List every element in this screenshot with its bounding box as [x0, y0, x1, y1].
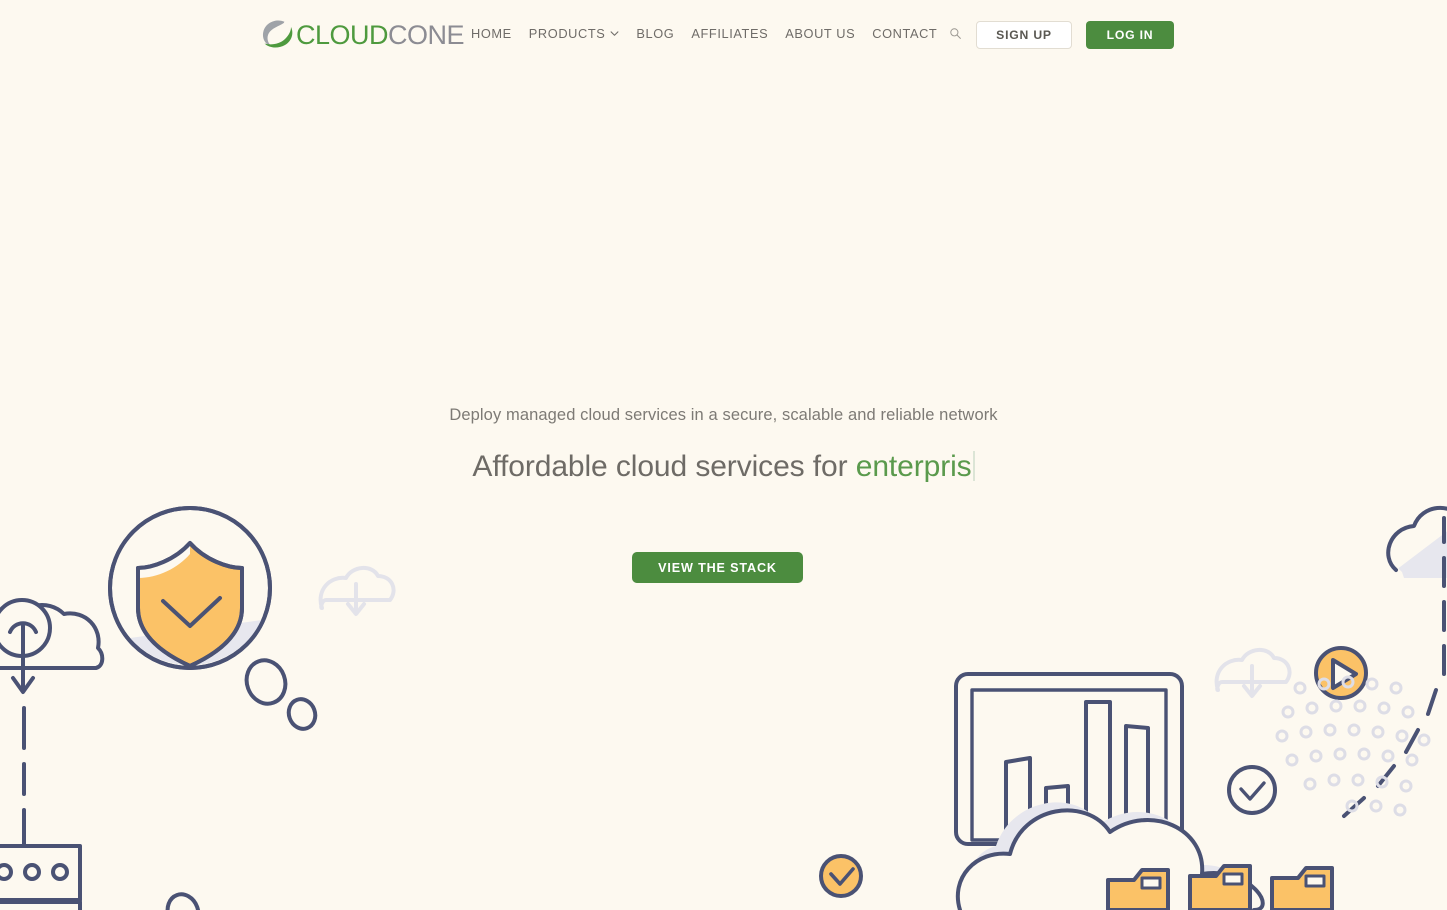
shield-check-thought-bubble [108, 506, 318, 731]
logo-text: CLOUDCONE [296, 19, 465, 51]
cloud-outline-top-right [1386, 505, 1447, 578]
nav-item-home[interactable]: HOME [471, 25, 529, 43]
cloud-download-icon-2 [1214, 648, 1292, 698]
hero-title: Affordable cloud services for enterpris [0, 450, 1447, 484]
folder-icons [1106, 864, 1334, 910]
nav-item-affiliates[interactable]: AFFILIATES [691, 25, 785, 43]
search-button[interactable] [944, 25, 966, 45]
nav-label: PRODUCTS [528, 26, 606, 41]
logo-text-primary: CLOUD [296, 20, 389, 50]
logo[interactable]: CLOUDCONE [261, 17, 465, 53]
server-rack [0, 844, 82, 910]
chevron-down-icon [610, 29, 619, 38]
hero-title-static: Affordable cloud services for [472, 450, 856, 483]
typing-cursor [972, 451, 975, 481]
nav-item-about-us[interactable]: ABOUT US [785, 25, 872, 43]
sign-up-button[interactable]: SIGN UP [976, 21, 1072, 49]
nav-label: AFFILIATES [691, 26, 769, 41]
nav-label: BLOG [636, 26, 675, 41]
main-nav: HOME PRODUCTS BLOG AFFILIATES ABOUT US C… [471, 25, 954, 43]
cloud-upload-icon [0, 598, 105, 694]
cloudcone-swoosh-logo-icon [261, 19, 295, 51]
play-button-orange [1314, 646, 1368, 700]
site-header: CLOUDCONE HOME PRODUCTS BLOG AFFILIATES … [0, 0, 1447, 70]
nav-label: ABOUT US [785, 26, 856, 41]
check-circle-outline-icon [1227, 765, 1277, 815]
nav-label: CONTACT [872, 26, 938, 41]
nav-item-products[interactable]: PRODUCTS [529, 25, 637, 43]
search-icon [949, 27, 962, 43]
hero-title-typed: enterpris [855, 450, 972, 483]
view-the-stack-button[interactable]: VIEW THE STACK [632, 552, 803, 583]
log-in-button[interactable]: LOG IN [1086, 21, 1174, 49]
check-circle-orange-icon [819, 854, 863, 898]
cloud-download-icon [318, 566, 396, 616]
nav-item-contact[interactable]: CONTACT [872, 25, 954, 43]
hero-subtitle: Deploy managed cloud services in a secur… [449, 406, 998, 424]
nav-item-blog[interactable]: BLOG [636, 25, 691, 43]
nav-label: HOME [471, 26, 512, 41]
logo-text-secondary: CONE [388, 20, 465, 50]
